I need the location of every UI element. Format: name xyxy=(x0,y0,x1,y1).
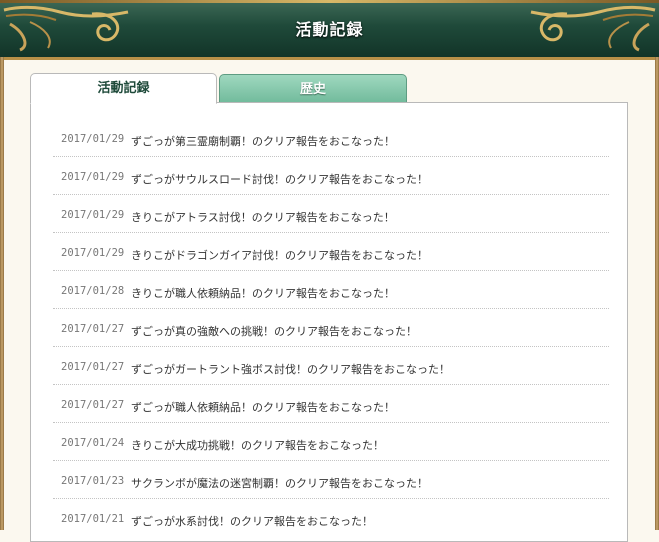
entry-date: 2017/01/27 xyxy=(61,361,125,373)
list-item: 2017/01/29 ずごっが第三霊廟制覇！のクリア報告をおこなった！ xyxy=(53,119,609,157)
entry-text: きりこがアトラス討伐！のクリア報告をおこなった！ xyxy=(131,211,395,224)
tab-activity-log[interactable]: 活動記録 xyxy=(30,73,217,104)
entry-text: ずごっがガートラント強ボス討伐！のクリア報告をおこなった！ xyxy=(131,363,450,376)
entry-text: きりこが職人依頼納品！のクリア報告をおこなった！ xyxy=(131,287,395,300)
page-title: 活動記録 xyxy=(295,20,364,39)
entry-text: サクランボが魔法の迷宮制覇！のクリア報告をおこなった！ xyxy=(131,477,428,490)
entry-text: ずごっが真の強敵への挑戦！のクリア報告をおこなった！ xyxy=(131,325,417,338)
activity-log-panel: 2017/01/29 ずごっが第三霊廟制覇！のクリア報告をおこなった！ 2017… xyxy=(30,102,628,542)
list-item: 2017/01/29 きりこがアトラス討伐！のクリア報告をおこなった！ xyxy=(53,195,609,233)
list-item: 2017/01/29 きりこがドラゴンガイア討伐！のクリア報告をおこなった！ xyxy=(53,233,609,271)
entry-date: 2017/01/29 xyxy=(61,133,125,145)
entry-date: 2017/01/21 xyxy=(61,513,125,525)
list-item: 2017/01/27 ずごっがガートラント強ボス討伐！のクリア報告をおこなった！ xyxy=(53,347,609,385)
list-item: 2017/01/24 きりこが大成功挑戦！のクリア報告をおこなった！ xyxy=(53,423,609,461)
entry-date: 2017/01/24 xyxy=(61,437,125,449)
list-item: 2017/01/27 ずごっが真の強敵への挑戦！のクリア報告をおこなった！ xyxy=(53,309,609,347)
entry-text: ずごっが水系討伐！のクリア報告をおこなった！ xyxy=(131,515,373,528)
list-item: 2017/01/28 きりこが職人依頼納品！のクリア報告をおこなった！ xyxy=(53,271,609,309)
list-item: 2017/01/29 ずごっがサウルスロード討伐！のクリア報告をおこなった！ xyxy=(53,157,609,195)
entry-text: ずごっがサウルスロード討伐！のクリア報告をおこなった！ xyxy=(131,173,428,186)
entry-date: 2017/01/28 xyxy=(61,285,125,297)
entry-date: 2017/01/29 xyxy=(61,209,125,221)
entry-date: 2017/01/29 xyxy=(61,247,125,259)
entry-date: 2017/01/27 xyxy=(61,399,125,411)
entry-text: きりこがドラゴンガイア討伐！のクリア報告をおこなった！ xyxy=(131,249,428,262)
list-item: 2017/01/21 ずごっが水系討伐！のクリア報告をおこなった！ xyxy=(53,499,609,537)
entry-date: 2017/01/23 xyxy=(61,475,125,487)
frame-left-border xyxy=(0,57,4,530)
window-header: 活動記録 xyxy=(0,0,659,60)
list-item: 2017/01/23 サクランボが魔法の迷宮制覇！のクリア報告をおこなった！ xyxy=(53,461,609,499)
frame-right-border xyxy=(655,57,659,530)
entry-text: ずごっが第三霊廟制覇！のクリア報告をおこなった！ xyxy=(131,135,395,148)
tab-history[interactable]: 歴史 xyxy=(219,74,407,104)
entry-text: きりこが大成功挑戦！のクリア報告をおこなった！ xyxy=(131,439,384,452)
entry-date: 2017/01/27 xyxy=(61,323,125,335)
list-item: 2017/01/27 ずごっが職人依頼納品！のクリア報告をおこなった！ xyxy=(53,385,609,423)
entry-date: 2017/01/29 xyxy=(61,171,125,183)
entry-text: ずごっが職人依頼納品！のクリア報告をおこなった！ xyxy=(131,401,395,414)
